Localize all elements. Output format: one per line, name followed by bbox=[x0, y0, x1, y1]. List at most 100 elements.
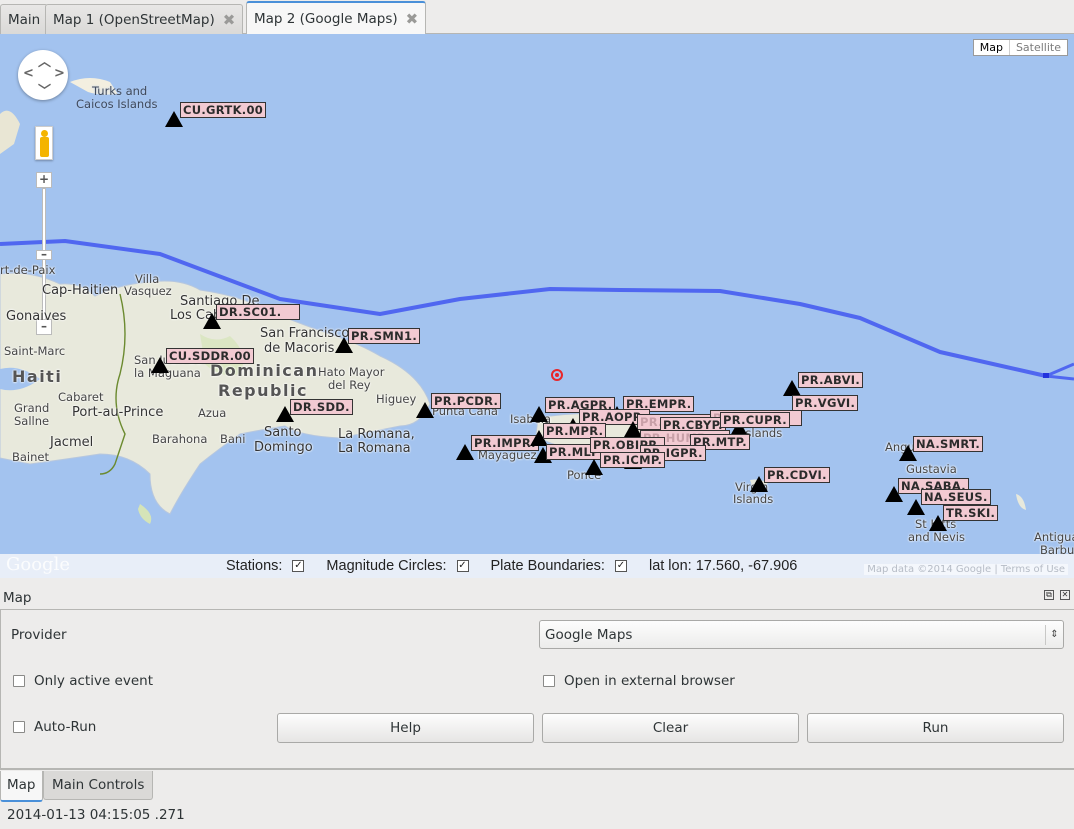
plates-label: Plate Boundaries: bbox=[490, 558, 605, 574]
chevron-left-icon[interactable]: < bbox=[23, 66, 34, 81]
map-type-satellite-button[interactable]: Satellite bbox=[1010, 40, 1067, 55]
tab-main[interactable]: Main bbox=[0, 4, 49, 34]
latlon-label: lat lon: bbox=[648, 558, 692, 574]
pan-control[interactable]: ︿ < > ﹀ bbox=[18, 50, 68, 100]
station-label[interactable]: DR.SC01. bbox=[216, 304, 301, 320]
place-label: Islands bbox=[733, 492, 774, 506]
place-label: de Macoris bbox=[264, 341, 335, 356]
place-label: Sallne bbox=[14, 414, 50, 428]
status-timestamp: 2014-01-13 04:15:05 .271 bbox=[7, 807, 185, 823]
place-label: rt-de-Paix bbox=[0, 263, 56, 277]
close-icon[interactable]: ✖ bbox=[223, 11, 236, 29]
tab-map-1[interactable]: Map 1 (OpenStreetMap) ✖ bbox=[45, 4, 244, 34]
place-label: Caicos Islands bbox=[76, 97, 158, 111]
map-type-control: Map Satellite bbox=[972, 39, 1068, 56]
park-area bbox=[138, 504, 152, 524]
station-label[interactable]: PR.IMPR. bbox=[471, 435, 539, 451]
station-label[interactable]: TR.SKI. bbox=[943, 505, 999, 521]
place-label: La Romana, bbox=[338, 427, 415, 442]
chevron-updown-icon: ⇕ bbox=[1045, 625, 1063, 645]
place-label: Turks and bbox=[92, 84, 148, 98]
zoom-in-button[interactable]: + bbox=[36, 172, 52, 188]
event-marker[interactable] bbox=[551, 369, 563, 381]
place-label: Cap-Haitien bbox=[42, 283, 119, 298]
place-label-country: Republic bbox=[218, 381, 308, 400]
stations-checkbox[interactable]: ✓ bbox=[292, 560, 305, 572]
dock-title-bar: Map ⧉ ✕ bbox=[0, 578, 1074, 608]
chevron-up-icon[interactable]: ︿ bbox=[38, 51, 51, 70]
help-button[interactable]: Help bbox=[277, 713, 534, 743]
place-label: Port-au-Prince bbox=[72, 405, 164, 420]
clear-button[interactable]: Clear bbox=[542, 713, 799, 743]
provider-select[interactable]: Google Maps ⇕ bbox=[539, 620, 1064, 649]
place-label: Azua bbox=[198, 406, 227, 420]
place-label: Antigua bbox=[1034, 530, 1074, 544]
stations-label: Stations: bbox=[226, 558, 283, 574]
bottom-tab-main-controls[interactable]: Main Controls bbox=[43, 771, 154, 800]
bottom-tab-map[interactable]: Map bbox=[0, 771, 43, 802]
place-label: Barahona bbox=[152, 432, 208, 446]
place-label: Santo bbox=[264, 425, 302, 440]
dock-title: Map bbox=[3, 590, 32, 606]
station-label[interactable]: PR.PCDR. bbox=[431, 393, 502, 409]
place-label: Gonaives bbox=[6, 309, 67, 324]
street-view-pegman-icon[interactable] bbox=[35, 126, 53, 160]
only-active-event-label: Only active event bbox=[34, 673, 153, 689]
place-label: Bainet bbox=[12, 450, 50, 464]
station-label[interactable]: CU.SDDR.00 bbox=[166, 348, 254, 364]
station-label[interactable]: PR.SMN1. bbox=[348, 328, 420, 344]
open-external-browser-checkbox[interactable] bbox=[543, 675, 555, 687]
place-label: Cabaret bbox=[58, 390, 104, 404]
chevron-right-icon[interactable]: > bbox=[54, 66, 65, 81]
station-label[interactable]: NA.SMRT. bbox=[913, 436, 984, 452]
station-label[interactable]: PR.CUPR. bbox=[720, 412, 790, 428]
plate-boundary-line bbox=[1045, 362, 1074, 378]
float-dock-icon[interactable]: ⧉ bbox=[1044, 590, 1054, 600]
plates-checkbox[interactable]: ✓ bbox=[614, 560, 627, 572]
tab-map-2[interactable]: Map 2 (Google Maps) ✖ bbox=[246, 1, 427, 34]
close-dock-icon[interactable]: ✕ bbox=[1060, 590, 1070, 600]
plate-boundary-vertex bbox=[1043, 373, 1049, 378]
tab-main-label: Main bbox=[8, 11, 41, 28]
provider-value: Google Maps bbox=[545, 626, 633, 643]
station-label[interactable]: PR.ICMP. bbox=[600, 452, 666, 468]
google-logo: Google bbox=[6, 554, 70, 575]
zoom-slider-handle[interactable]: – bbox=[36, 248, 52, 260]
close-icon[interactable]: ✖ bbox=[406, 10, 419, 28]
auto-run-checkbox[interactable] bbox=[13, 721, 25, 733]
stations-option: Stations: ✓ bbox=[226, 558, 305, 574]
station-label[interactable]: PR.VGVI. bbox=[792, 395, 859, 411]
place-label: Saint-Marc bbox=[4, 344, 66, 358]
tab-map-2-label: Map 2 (Google Maps) bbox=[254, 10, 398, 27]
place-label: Grand bbox=[14, 401, 50, 415]
map-type-map-button[interactable]: Map bbox=[974, 40, 1010, 55]
land-bahamas bbox=[0, 110, 20, 154]
place-label: La Romana bbox=[338, 441, 411, 456]
land-antigua bbox=[1016, 494, 1026, 510]
tab-bar: Main Map 1 (OpenStreetMap) ✖ Map 2 (Googl… bbox=[0, 0, 1074, 34]
chevron-down-icon[interactable]: ﹀ bbox=[38, 80, 51, 99]
only-active-event-checkbox[interactable] bbox=[13, 675, 25, 687]
map-status-bar: Google Stations: ✓ Magnitude Circles: ✓ … bbox=[0, 554, 1074, 578]
station-label[interactable]: CU.GRTK.00 bbox=[180, 102, 267, 118]
place-label: Higuey bbox=[376, 392, 417, 406]
auto-run-label: Auto-Run bbox=[34, 719, 97, 735]
run-button[interactable]: Run bbox=[807, 713, 1064, 743]
place-label: Vasquez bbox=[124, 284, 172, 298]
magnitude-label: Magnitude Circles: bbox=[326, 558, 447, 574]
station-label[interactable]: NA.SEUS. bbox=[921, 489, 991, 505]
station-label[interactable]: PR.ABVI. bbox=[798, 372, 864, 388]
station-label[interactable]: DR.SDD. bbox=[290, 399, 353, 415]
open-external-browser-label: Open in external browser bbox=[564, 673, 735, 689]
magnitude-checkbox[interactable]: ✓ bbox=[456, 560, 469, 572]
place-label: and Nevis bbox=[908, 530, 965, 544]
tab-map-1-label: Map 1 (OpenStreetMap) bbox=[53, 11, 215, 28]
map-attribution[interactable]: Map data ©2014 Google | Terms of Use bbox=[864, 564, 1068, 575]
latlon-value: 17.560, -67.906 bbox=[695, 558, 798, 574]
map-view[interactable]: Map Satellite ︿ < > ﹀ + – – Turks and Ca… bbox=[0, 34, 1074, 554]
bottom-tab-bar: Map Main Controls bbox=[0, 769, 1074, 802]
place-label: Bani bbox=[220, 432, 246, 446]
provider-label: Provider bbox=[11, 627, 67, 643]
map-settings-panel: Provider Google Maps ⇕ Only active event… bbox=[0, 609, 1074, 769]
station-label[interactable]: PR.CDVI. bbox=[764, 467, 830, 483]
